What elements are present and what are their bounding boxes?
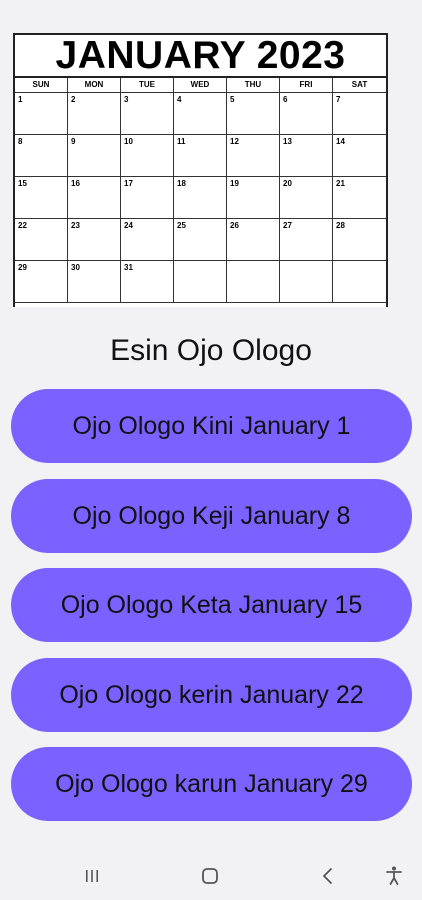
calendar-day-cell: 28	[333, 219, 386, 261]
ojo-ologo-1-button[interactable]: Ojo Ologo Kini January 1	[11, 389, 412, 463]
weekday-thu: THU	[227, 78, 280, 93]
calendar-day-cell: 26	[227, 219, 280, 261]
ojo-ologo-4-button[interactable]: Ojo Ologo kerin January 22	[11, 658, 412, 732]
calendar-day-cell	[333, 261, 386, 303]
calendar-day-cell: 10	[121, 135, 174, 177]
calendar-grid: SUN MON TUE WED THU FRI SAT	[15, 78, 386, 93]
weekday-sun: SUN	[15, 78, 68, 93]
calendar-image: JANUARY 2023 SUN MON TUE WED THU FRI SAT…	[13, 33, 388, 307]
calendar-day-cell: 15	[15, 177, 68, 219]
weekday-tue: TUE	[121, 78, 174, 93]
weekday-wed: WED	[174, 78, 227, 93]
calendar-day-cell: 1	[15, 93, 68, 135]
calendar-day-number: 14	[336, 137, 345, 146]
calendar-day-number: 17	[124, 179, 133, 188]
calendar-day-number: 1	[18, 95, 23, 104]
calendar-day-number: 28	[336, 221, 345, 230]
calendar-day-cell: 24	[121, 219, 174, 261]
calendar-day-cell: 20	[280, 177, 333, 219]
calendar-day-cell: 4	[174, 93, 227, 135]
calendar-day-number: 9	[71, 137, 76, 146]
ojo-ologo-2-button[interactable]: Ojo Ologo Keji January 8	[11, 479, 412, 553]
ojo-ologo-3-button[interactable]: Ojo Ologo Keta January 15	[11, 568, 412, 642]
calendar-day-number: 18	[177, 179, 186, 188]
calendar-day-number: 24	[124, 221, 133, 230]
calendar-day-number: 3	[124, 95, 129, 104]
calendar-day-cell: 5	[227, 93, 280, 135]
calendar-day-number: 15	[18, 179, 27, 188]
calendar-day-number: 2	[71, 95, 76, 104]
back-icon[interactable]	[316, 864, 340, 888]
weekday-mon: MON	[68, 78, 121, 93]
calendar-day-number: 25	[177, 221, 186, 230]
calendar-day-cell: 3	[121, 93, 174, 135]
calendar-day-cell: 13	[280, 135, 333, 177]
calendar-day-cell: 17	[121, 177, 174, 219]
calendar-day-number: 13	[283, 137, 292, 146]
calendar-day-cell: 11	[174, 135, 227, 177]
calendar-day-number: 23	[71, 221, 80, 230]
calendar-day-number: 12	[230, 137, 239, 146]
calendar-day-cell: 22	[15, 219, 68, 261]
calendar-day-number: 4	[177, 95, 182, 104]
calendar-day-cell	[280, 261, 333, 303]
calendar-day-number: 22	[18, 221, 27, 230]
calendar-day-cell: 19	[227, 177, 280, 219]
calendar-day-cell: 16	[68, 177, 121, 219]
ojo-ologo-5-button[interactable]: Ojo Ologo karun January 29	[11, 747, 412, 821]
calendar-day-number: 11	[177, 137, 186, 146]
calendar-day-cell: 9	[68, 135, 121, 177]
calendar-day-cell: 31	[121, 261, 174, 303]
calendar-day-number: 20	[283, 179, 292, 188]
calendar-days: 1 2 3 4 5 6 7 8 9 10 11 12 13 14 15 16 17 18 19 20 21 22 23 24 2…	[15, 93, 386, 303]
calendar-day-number: 30	[71, 263, 80, 272]
recent-apps-icon[interactable]	[80, 864, 104, 888]
calendar-day-cell: 23	[68, 219, 121, 261]
calendar-day-number: 7	[336, 95, 341, 104]
calendar-day-cell: 21	[333, 177, 386, 219]
page-title: Esin Ojo Ologo	[110, 334, 312, 367]
calendar-day-cell: 25	[174, 219, 227, 261]
calendar-day-number: 21	[336, 179, 345, 188]
calendar-day-number: 5	[230, 95, 235, 104]
calendar-day-number: 29	[18, 263, 27, 272]
calendar-day-number: 16	[71, 179, 80, 188]
home-icon[interactable]	[198, 864, 222, 888]
calendar-day-cell: 14	[333, 135, 386, 177]
calendar-day-cell: 27	[280, 219, 333, 261]
system-navigation-bar	[0, 850, 422, 900]
calendar-day-number: 31	[124, 263, 133, 272]
calendar-day-cell	[227, 261, 280, 303]
calendar-day-number: 19	[230, 179, 239, 188]
calendar-title: JANUARY 2023	[15, 35, 386, 78]
calendar-day-number: 27	[283, 221, 292, 230]
calendar-day-number: 6	[283, 95, 288, 104]
calendar-day-cell: 18	[174, 177, 227, 219]
calendar-day-number: 8	[18, 137, 23, 146]
calendar-day-cell: 29	[15, 261, 68, 303]
calendar-day-cell: 8	[15, 135, 68, 177]
calendar-day-cell: 30	[68, 261, 121, 303]
calendar-day-cell: 7	[333, 93, 386, 135]
calendar-day-cell: 2	[68, 93, 121, 135]
calendar-day-number: 26	[230, 221, 239, 230]
calendar-day-cell	[174, 261, 227, 303]
calendar-day-cell: 12	[227, 135, 280, 177]
accessibility-icon[interactable]	[382, 864, 406, 888]
weekday-sat: SAT	[333, 78, 386, 93]
weekday-fri: FRI	[280, 78, 333, 93]
calendar-day-number: 10	[124, 137, 133, 146]
calendar-day-cell: 6	[280, 93, 333, 135]
